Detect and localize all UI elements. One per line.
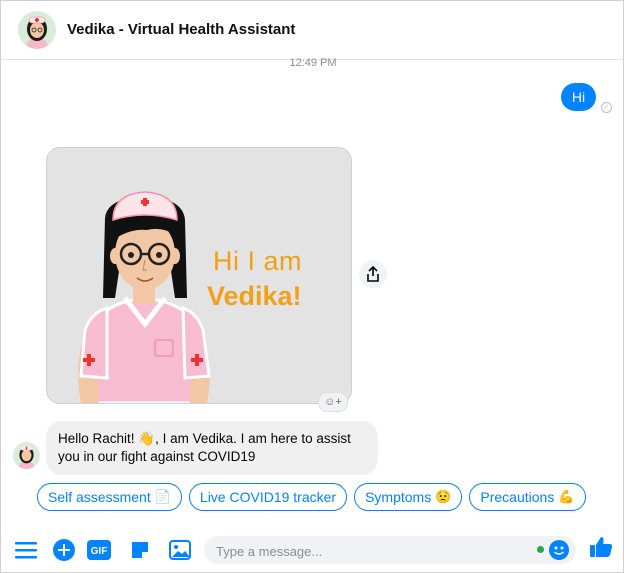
- nurse-illustration: [78, 191, 211, 403]
- outgoing-message[interactable]: Hi: [561, 83, 596, 111]
- message-timestamp: 12:49 PM: [289, 57, 337, 69]
- like-icon[interactable]: [589, 535, 615, 561]
- incoming-message[interactable]: Hello Rachit! 👋, I am Vedika. I am here …: [46, 421, 378, 475]
- quick-replies: Self assessment 📄 Live COVID19 tracker S…: [37, 483, 586, 511]
- image-icon[interactable]: [167, 537, 193, 563]
- share-button[interactable]: [359, 260, 387, 288]
- quick-reply-label: Precautions: [480, 489, 555, 505]
- welcome-image-card[interactable]: Hi I am Vedika!: [46, 147, 352, 404]
- quick-reply-label: Symptoms: [365, 489, 432, 505]
- card-heading-line1: Hi I am: [213, 246, 303, 276]
- quick-reply-live-tracker[interactable]: Live COVID19 tracker: [188, 483, 348, 511]
- messenger-window: Vedika - Virtual Health Assistant 12:49 …: [0, 0, 624, 573]
- sticker-icon[interactable]: [127, 537, 153, 563]
- sent-check-icon: ✓: [601, 102, 612, 113]
- chat-header: Vedika - Virtual Health Assistant: [1, 1, 623, 60]
- svg-text:GIF: GIF: [91, 546, 108, 557]
- message-input[interactable]: [214, 540, 528, 562]
- chat-title: Vedika - Virtual Health Assistant: [67, 21, 296, 38]
- message-input-container: [204, 536, 576, 564]
- online-status-indicator: [537, 546, 544, 553]
- card-heading-line2: Vedika!: [207, 281, 302, 311]
- quick-reply-label: Self assessment: [48, 489, 151, 505]
- worried-face-icon: 😟: [435, 489, 452, 504]
- quick-reply-precautions[interactable]: Precautions 💪: [469, 483, 586, 511]
- gif-icon[interactable]: GIF: [86, 537, 112, 563]
- bot-avatar-icon[interactable]: [13, 442, 40, 469]
- document-icon: 📄: [154, 489, 171, 504]
- emoji-icon[interactable]: [549, 540, 569, 560]
- menu-icon[interactable]: [13, 537, 39, 563]
- plus-icon[interactable]: [51, 537, 77, 563]
- quick-reply-self-assessment[interactable]: Self assessment 📄: [37, 483, 182, 511]
- add-reaction-button[interactable]: ☺+: [318, 392, 348, 412]
- quick-reply-symptoms[interactable]: Symptoms 😟: [354, 483, 463, 511]
- nurse-avatar-icon[interactable]: [18, 11, 56, 49]
- flexed-biceps-icon: 💪: [558, 489, 575, 504]
- quick-reply-label: Live COVID19 tracker: [199, 489, 337, 505]
- share-icon: [367, 266, 379, 282]
